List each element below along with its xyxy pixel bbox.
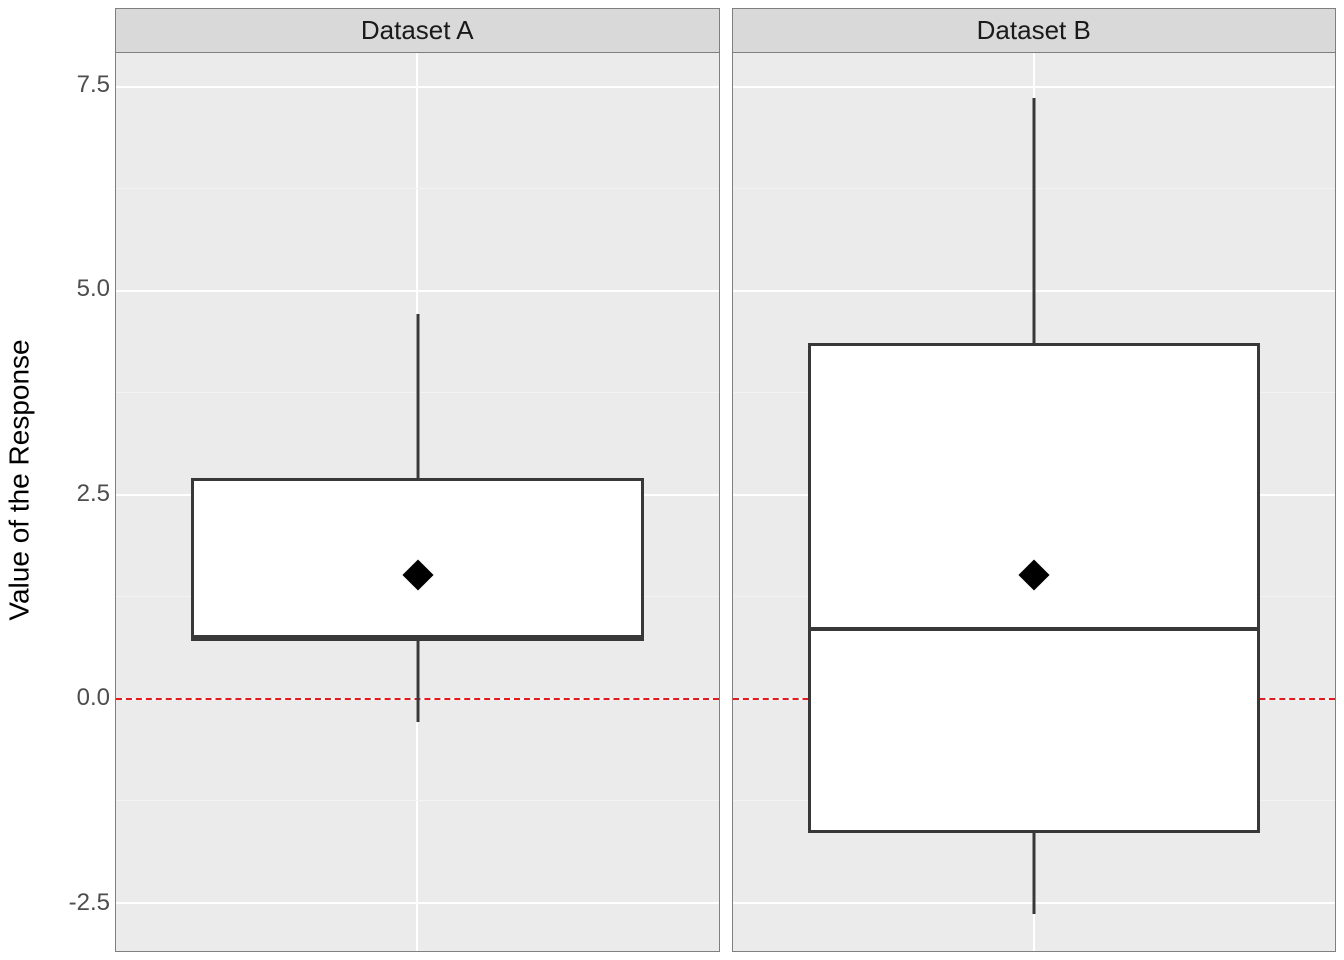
plot-area-a bbox=[115, 52, 720, 952]
grid-hline bbox=[116, 290, 719, 292]
median-line bbox=[808, 627, 1260, 631]
y-tick-label: 0.0 bbox=[50, 684, 110, 712]
y-tick-label: -2.5 bbox=[50, 889, 110, 917]
plot-area-b bbox=[732, 52, 1337, 952]
facet-panels: Dataset A Dataset B bbox=[115, 8, 1336, 952]
y-axis-title-text: Value of the Response bbox=[4, 339, 36, 620]
facet-strip-b: Dataset B bbox=[732, 8, 1337, 52]
y-axis-ticks: -2.5 0.0 2.5 5.0 7.5 bbox=[40, 0, 110, 960]
grid-hline-minor bbox=[116, 800, 719, 801]
panel-dataset-a: Dataset A bbox=[115, 8, 720, 952]
y-tick-label: 2.5 bbox=[50, 480, 110, 508]
panel-dataset-b: Dataset B bbox=[732, 8, 1337, 952]
y-tick-label: 5.0 bbox=[50, 275, 110, 303]
facet-label-a: Dataset A bbox=[361, 15, 474, 45]
facet-label-b: Dataset B bbox=[977, 15, 1091, 45]
y-axis-title: Value of the Response bbox=[0, 0, 40, 960]
boxplot-faceted-chart: Value of the Response -2.5 0.0 2.5 5.0 7.5 D… bbox=[0, 0, 1344, 960]
median-line bbox=[191, 635, 643, 639]
y-tick-label: 7.5 bbox=[50, 71, 110, 99]
grid-hline bbox=[116, 86, 719, 88]
grid-hline bbox=[116, 902, 719, 904]
grid-hline bbox=[733, 86, 1336, 88]
facet-strip-a: Dataset A bbox=[115, 8, 720, 52]
grid-hline-minor bbox=[116, 188, 719, 189]
